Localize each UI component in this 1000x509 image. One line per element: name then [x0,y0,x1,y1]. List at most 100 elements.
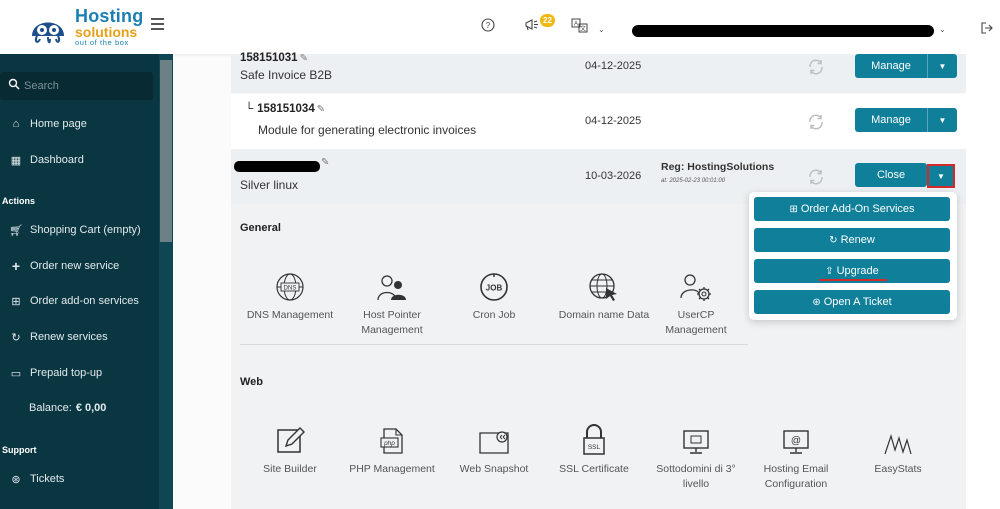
notification-count-badge: 22 [540,14,555,27]
svg-text:文: 文 [580,25,586,33]
snapshot-icon [479,431,509,454]
sidebar-item-home[interactable]: ⌂ Home page [0,112,158,136]
globe-cursor-icon [589,273,617,301]
close-button[interactable]: Close [855,163,927,187]
sidebar-section-support: Support [2,445,37,455]
user-menu-caret-icon[interactable]: ⌄ [939,25,946,34]
service-name: Safe Invoice B2B [240,68,333,82]
tile-subdomains[interactable]: Sottodomini di 3° livello [646,422,746,492]
logo-area[interactable]: Hosting solutions out of the box [0,0,173,54]
menu-toggle-icon[interactable] [151,18,164,30]
user-gear-icon [680,274,711,301]
support-icon: ⊛ [812,296,821,308]
sidebar-item-label: Prepaid top-up [30,367,103,379]
home-icon: ⌂ [12,118,20,130]
sidebar-balance: Balance: € 0,00 [29,396,159,420]
sidebar-item-order-new[interactable]: + Order new service [0,254,158,278]
manage-button[interactable]: Manage ▼ [855,108,957,132]
caret-down-icon[interactable]: ▼ [927,54,957,78]
section-title-web: Web [240,376,264,388]
search-input[interactable] [24,77,144,95]
upgrade-icon: ⇪ [825,265,834,277]
plus-icon: + [11,258,21,274]
sidebar-item-dashboard[interactable]: ▦ Dashboard [0,148,158,172]
svg-text:SSL: SSL [588,444,601,451]
user-name-redacted[interactable] [632,25,934,37]
sync-icon[interactable] [807,113,825,131]
close-dropdown-toggle[interactable]: ▼ [927,164,955,188]
refresh-icon: ↻ [11,331,21,344]
sync-icon[interactable] [807,58,825,76]
service-actions-menu: ⊞ Order Add-On Services ↻ Renew ⇪ Upgrad… [749,192,957,320]
svg-text:A: A [574,22,578,28]
help-circle-icon[interactable]: ? [481,18,495,32]
balance-value: € 0,00 [75,402,107,414]
sidebar-item-label: Renew services [30,331,108,343]
tile-web-snapshot[interactable]: Web Snapshot [444,422,544,477]
tile-ssl-certificate[interactable]: SSL SSL Certificate [544,422,644,477]
logout-icon[interactable] [981,22,993,34]
tile-site-builder[interactable]: Site Builder [240,422,340,477]
cart-icon: 🛒︎ [9,224,23,237]
service-row: └ 158151034 ✎ Module for generating electr… [231,94,966,149]
tile-dns-management[interactable]: DNS DNS Management [240,268,340,323]
monitor-icon [683,430,709,454]
email-monitor-icon: @ [783,430,809,454]
dns-globe-icon: DNS [276,273,304,301]
caret-down-icon[interactable]: ▼ [927,108,957,132]
sidebar-search [0,72,153,100]
registrar-label: Reg: HostingSolutions [661,161,775,173]
sidebar-item-prepaid[interactable]: ▭ Prepaid top-up [0,361,158,385]
service-date: 10-03-2026 [585,170,642,182]
manage-button[interactable]: Manage ▼ [855,54,957,78]
tile-host-pointer[interactable]: Host Pointer Management [342,268,442,338]
service-date: 04-12-2025 [585,60,642,72]
plus-square-icon: ⊞ [789,203,798,215]
tile-easystats[interactable]: EasyStats [848,422,948,477]
order-addon-services-button[interactable]: ⊞ Order Add-On Services [754,197,950,221]
translate-icon[interactable]: A 文 [571,18,589,33]
tile-cron-job[interactable]: JOB Cron Job [444,268,544,323]
search-icon [8,78,20,90]
sidebar-scrollbar-thumb[interactable] [160,60,172,242]
sidebar-item-label: Shopping Cart (empty) [30,224,141,236]
ssl-lock-icon: SSL [583,424,605,455]
sidebar-item-cart[interactable]: 🛒︎ Shopping Cart (empty) [0,218,158,242]
service-date: 04-12-2025 [585,115,642,127]
open-ticket-button[interactable]: ⊛ Open A Ticket [754,290,950,314]
svg-text:@: @ [791,436,801,447]
service-name: Silver linux [240,178,299,192]
tile-php-management[interactable]: php PHP Management [342,422,442,477]
registrar-timestamp: at: 2025-02-23 00:01:00 [661,178,726,184]
service-row: 158151031 ✎ Safe Invoice B2B 04-12-2025 M… [231,52,966,93]
svg-text:JOB: JOB [486,284,503,293]
service-id[interactable]: 158151031 ✎ [240,52,308,64]
sidebar-item-label: Order new service [30,260,120,272]
edit-pencil-icon: ✎ [316,104,326,115]
language-caret-icon[interactable]: ⌄ [598,25,605,34]
renew-button[interactable]: ↻ Renew [754,228,950,252]
sidebar-item-label: Order add-on services [30,295,139,307]
caret-down-icon: ▼ [937,171,945,181]
section-divider [240,344,748,345]
sidebar-item-label: Home page [30,118,87,130]
dashboard-icon: ▦ [10,154,22,167]
svg-text:php: php [383,440,395,447]
sidebar: Hosting solutions out of the box ⌂ Home … [0,0,173,509]
sidebar-item-tickets[interactable]: ⊛ Tickets [0,467,158,491]
service-id[interactable]: └ 158151034 ✎ [245,103,325,115]
service-id-redacted[interactable] [234,161,320,172]
sync-icon[interactable] [807,168,825,186]
sidebar-item-order-addon[interactable]: ⊞ Order add-on services [0,289,158,313]
tile-usercp-management[interactable]: UserCP Management [646,268,746,338]
edit-pencil-icon: ✎ [299,53,308,64]
tile-domain-data[interactable]: Domain name Data [546,268,662,323]
logo-icon [32,22,64,44]
megaphone-icon[interactable] [524,18,540,32]
plus-square-icon: ⊞ [11,295,21,308]
tile-hosting-email[interactable]: @ Hosting Email Configuration [746,422,846,492]
edit-pencil-icon[interactable]: ✎ [321,157,329,168]
stats-line-icon [884,433,912,455]
money-icon: ▭ [10,367,22,380]
sidebar-item-renew[interactable]: ↻ Renew services [0,325,158,349]
